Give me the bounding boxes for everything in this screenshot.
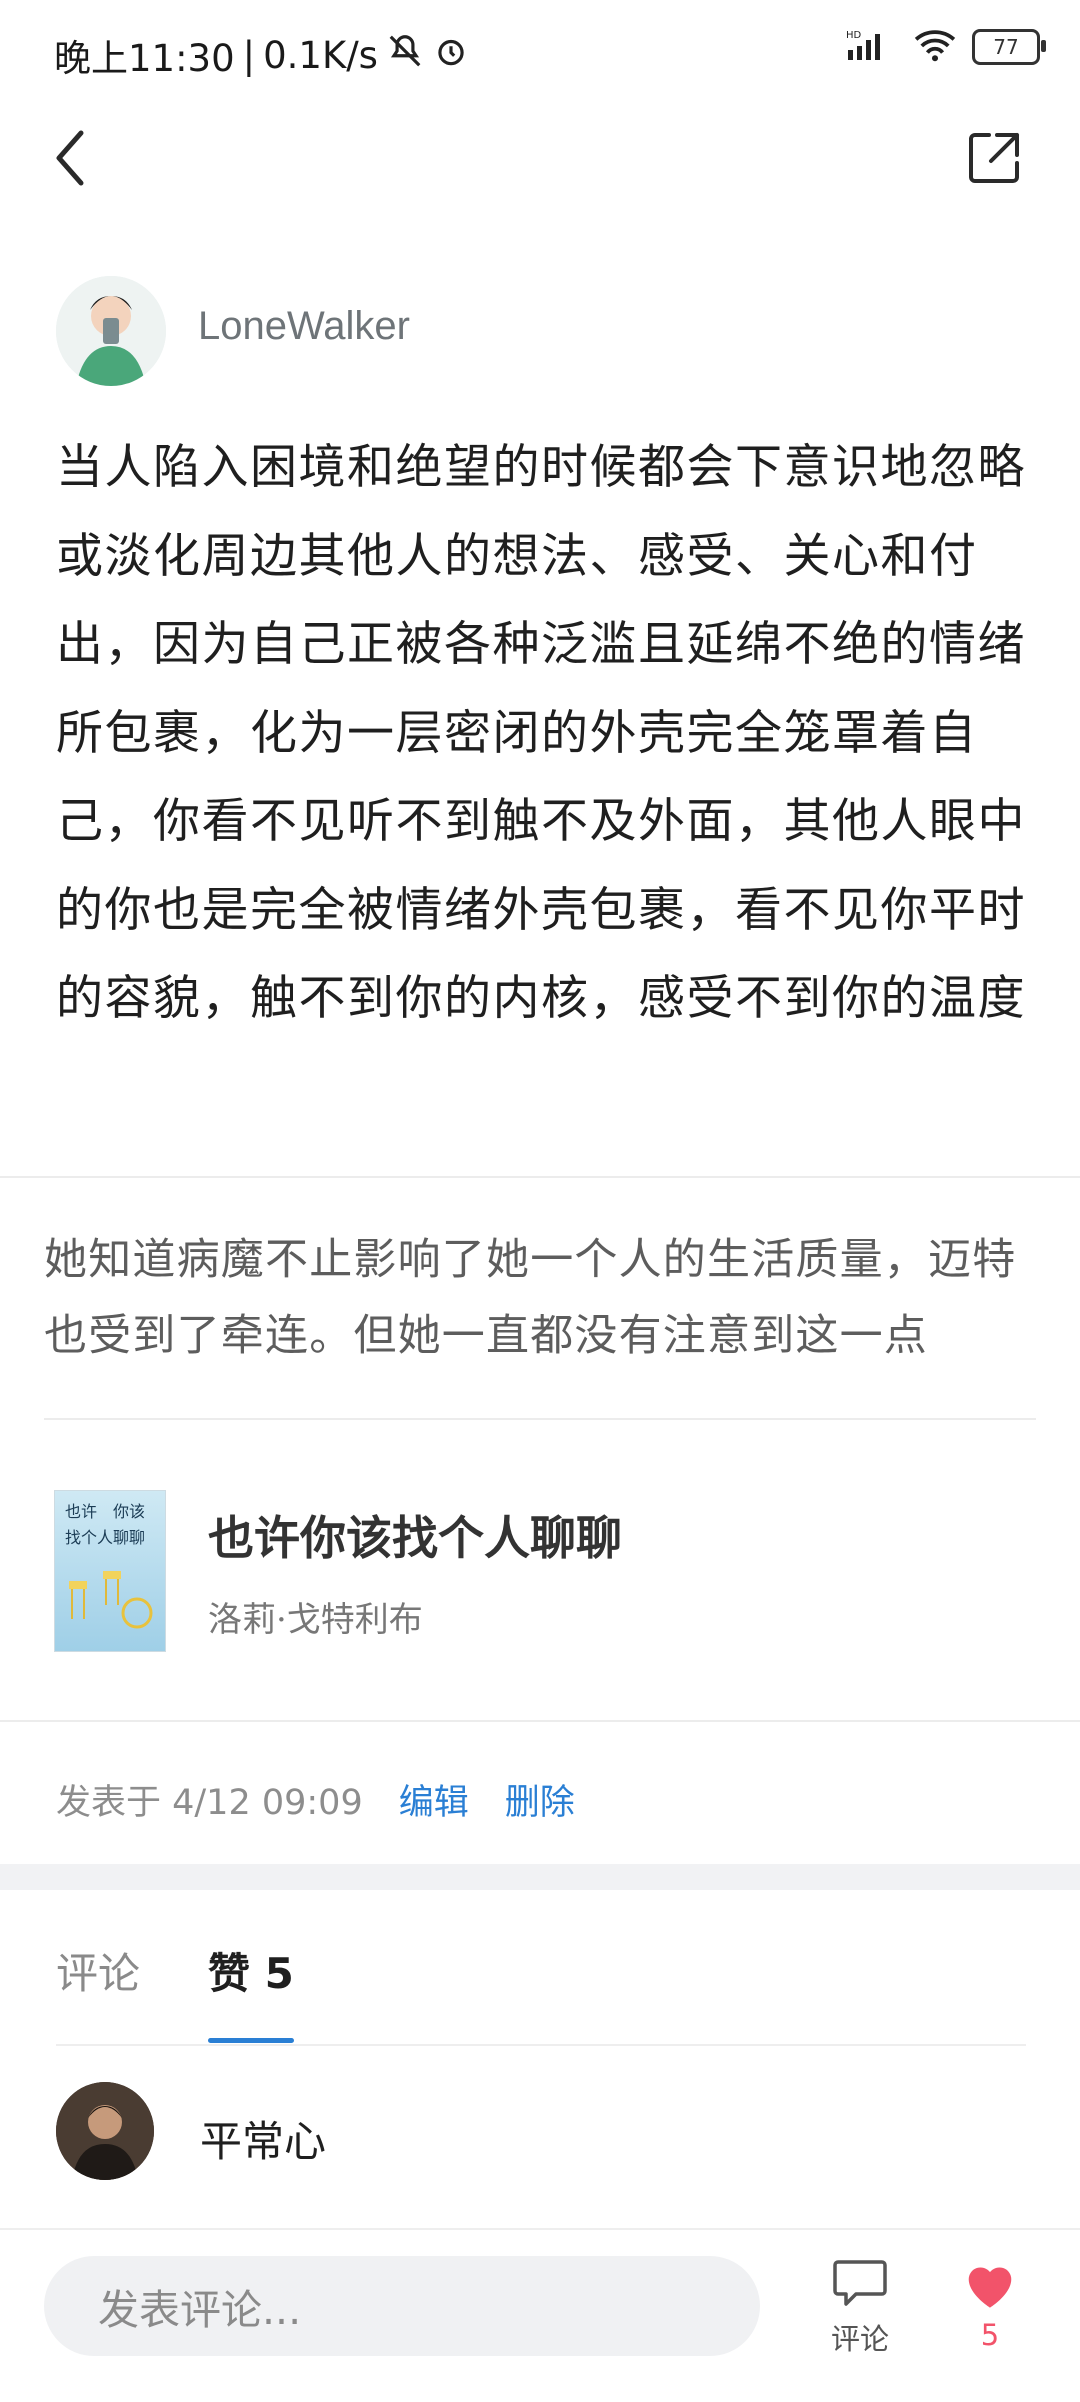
edit-button[interactable]: 编辑: [399, 1774, 469, 1825]
status-time: 晚上11:30: [54, 37, 235, 80]
liker-avatar[interactable]: [56, 2082, 154, 2180]
signal-icon: HD: [846, 28, 898, 66]
book-cover-title-1: 也许 你该: [65, 1502, 146, 1521]
book-quote: 她知道病魔不止影响了她一个人的生活质量，迈特也受到了牵连。但她一直都没有注意到这…: [44, 1235, 1017, 1361]
status-network-speed: 0.1K/s: [263, 33, 378, 77]
comment-input-placeholder: 发表评论...: [98, 2286, 302, 2334]
back-button[interactable]: [40, 118, 100, 198]
book-cover[interactable]: 也许 你该 找个人聊聊: [54, 1490, 166, 1652]
wifi-icon: [912, 28, 958, 66]
battery-icon: 77: [972, 29, 1046, 65]
share-button[interactable]: [960, 122, 1030, 192]
delete-button[interactable]: 删除: [505, 1774, 575, 1825]
divider: [0, 1720, 1080, 1722]
status-separator: |: [242, 33, 256, 77]
author-name[interactable]: LoneWalker: [198, 304, 410, 349]
author-avatar[interactable]: [56, 276, 166, 386]
tabs-divider: [56, 2044, 1026, 2046]
publish-time: 发表于 4/12 09:09: [56, 1783, 363, 1823]
like-count: 5: [980, 2318, 1000, 2352]
chevron-left-icon: [56, 130, 84, 186]
book-author: 洛莉·戈特利布: [208, 1600, 423, 1640]
post-meta: 发表于 4/12 09:09 编辑 删除: [56, 1774, 575, 1825]
active-tab-indicator: [208, 2038, 294, 2043]
divider: [44, 1418, 1036, 1420]
battery-level: 77: [993, 35, 1019, 59]
chairs-illustration-icon: [69, 1571, 153, 1629]
alarm-icon: [432, 32, 470, 79]
tab-likes[interactable]: 赞 5: [208, 1940, 294, 2001]
comment-button-label: 评论: [830, 2322, 889, 2356]
post-body: 当人陷入困境和绝望的时候都会下意识地忽略或淡化周边其他人的想法、感受、关心和付出…: [56, 440, 1026, 1026]
status-bar-left: 晚上11:30 | 0.1K/s: [54, 28, 470, 82]
mute-icon: [386, 32, 424, 79]
section-separator: [0, 1864, 1080, 1890]
status-bar-right: HD 77: [846, 28, 1046, 66]
comment-input[interactable]: 发表评论...: [44, 2256, 760, 2356]
signal-hd-label: HD: [846, 30, 862, 41]
liker-name[interactable]: 平常心: [200, 2108, 326, 2169]
heart-icon: [968, 2267, 1012, 2308]
book-cover-title-2: 找个人聊聊: [65, 1528, 146, 1547]
divider: [0, 1176, 1080, 1178]
like-button[interactable]: 5: [950, 2258, 1030, 2352]
book-title[interactable]: 也许你该找个人聊聊: [208, 1502, 622, 1568]
share-external-icon: [969, 133, 1019, 183]
comment-button[interactable]: 评论: [820, 2258, 900, 2358]
tab-comments[interactable]: 评论: [56, 1940, 140, 2001]
comment-bubble-icon: [833, 2260, 887, 2306]
